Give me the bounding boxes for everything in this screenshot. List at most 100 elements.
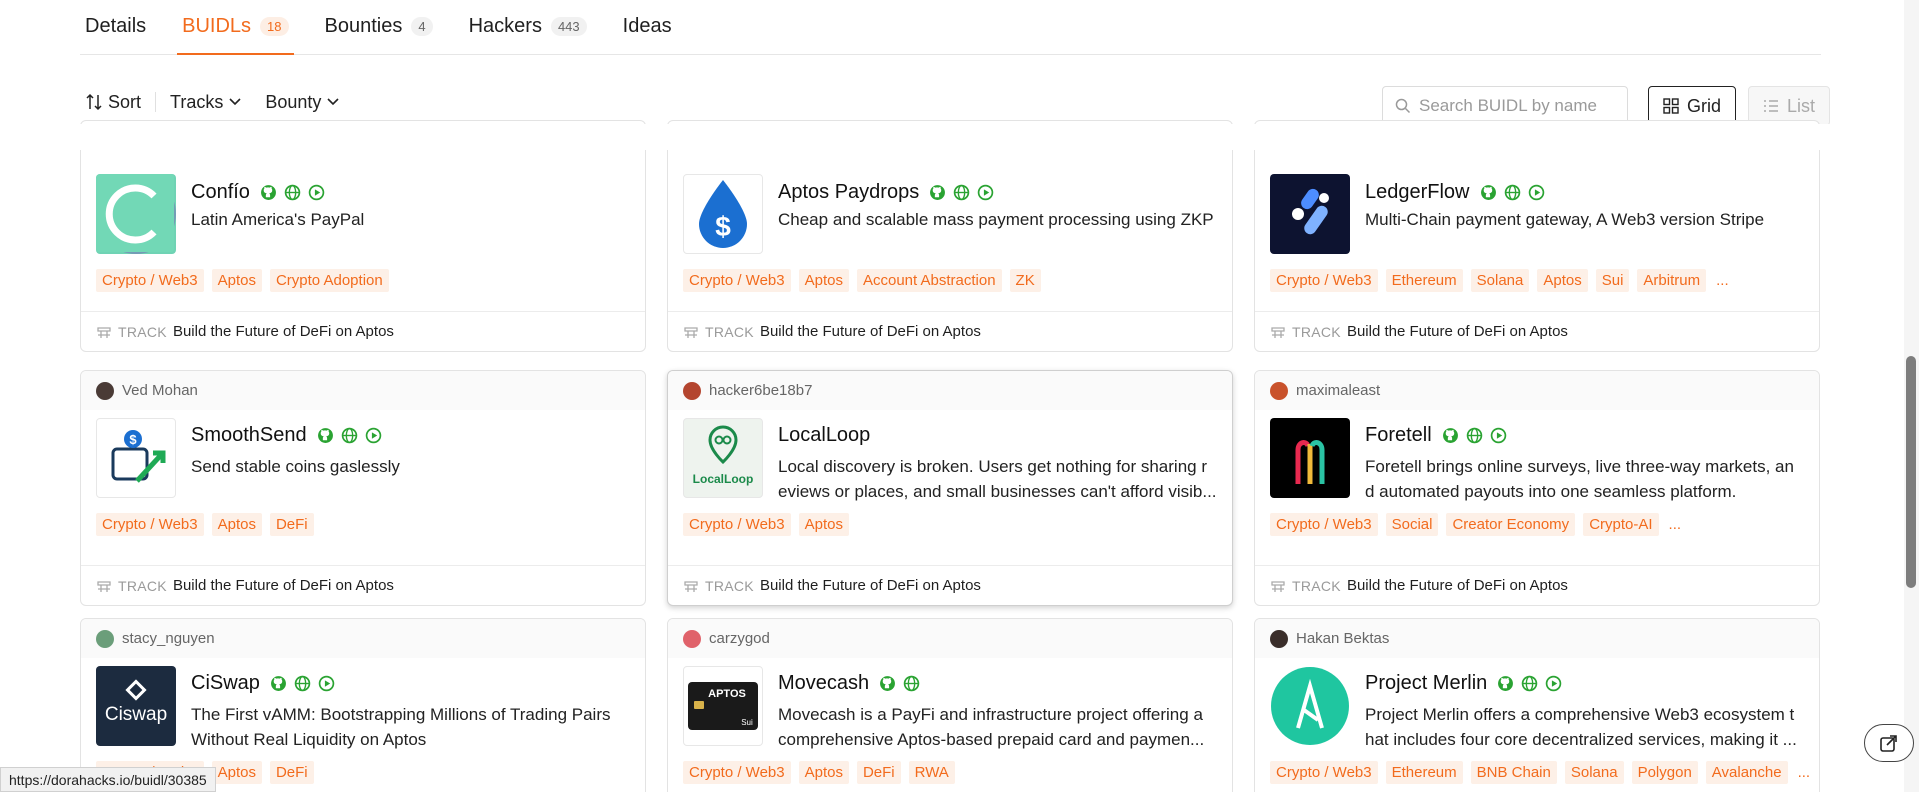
play-icon[interactable] <box>308 184 325 201</box>
buidl-card[interactable]: hacker6be18b7 LocalLoop LocalLoop Local … <box>667 370 1233 606</box>
globe-icon[interactable] <box>294 675 311 692</box>
sort-button[interactable]: Sort <box>80 92 147 113</box>
more-tags-indicator[interactable]: ... <box>1667 513 1684 536</box>
tag[interactable]: Crypto-AI <box>1583 513 1659 536</box>
buidl-name[interactable]: CiSwap <box>191 672 260 695</box>
more-tags-indicator[interactable]: ... <box>1714 269 1731 292</box>
tag[interactable]: Crypto / Web3 <box>683 761 791 784</box>
tag[interactable]: Account Abstraction <box>856 269 1002 292</box>
card-author[interactable]: stacy_nguyen <box>81 619 645 658</box>
globe-icon[interactable] <box>341 427 358 444</box>
tag[interactable]: Creator Economy <box>1446 513 1576 536</box>
tag[interactable]: Ethereum <box>1385 269 1463 292</box>
tag[interactable]: Crypto / Web3 <box>1270 513 1378 536</box>
track-name[interactable]: Build the Future of DeFi on Aptos <box>173 577 394 594</box>
tag[interactable]: Avalanche <box>1705 761 1788 784</box>
tab-hackers[interactable]: Hackers 443 <box>464 0 592 54</box>
tag[interactable]: Crypto / Web3 <box>96 269 204 292</box>
buidl-name[interactable]: Aptos Paydrops <box>778 181 919 204</box>
tag[interactable]: Aptos <box>211 513 262 536</box>
github-icon[interactable] <box>1497 675 1514 692</box>
tag[interactable]: RWA <box>908 761 955 784</box>
tag[interactable]: Crypto Adoption <box>269 269 389 292</box>
tag[interactable]: Crypto / Web3 <box>96 513 204 536</box>
tracks-dropdown[interactable]: Tracks <box>164 92 247 113</box>
play-icon[interactable] <box>1490 427 1507 444</box>
tag[interactable]: ZK <box>1009 269 1041 292</box>
tag[interactable]: Ethereum <box>1385 761 1463 784</box>
tab-bounties[interactable]: Bounties 4 <box>320 0 438 54</box>
github-icon[interactable] <box>317 427 334 444</box>
tag[interactable]: Aptos <box>798 761 849 784</box>
tag[interactable]: BNB Chain <box>1470 761 1557 784</box>
bounty-dropdown[interactable]: Bounty <box>259 92 345 113</box>
tag[interactable]: Crypto / Web3 <box>1270 761 1378 784</box>
globe-icon[interactable] <box>1521 675 1538 692</box>
track-name[interactable]: Build the Future of DeFi on Aptos <box>760 577 981 594</box>
card-author[interactable]: Ved Mohan <box>81 371 645 410</box>
github-icon[interactable] <box>1480 184 1497 201</box>
globe-icon[interactable] <box>953 184 970 201</box>
globe-icon[interactable] <box>1466 427 1483 444</box>
tag[interactable]: Aptos <box>798 269 849 292</box>
tag[interactable]: DeFi <box>269 761 314 784</box>
globe-icon[interactable] <box>903 675 920 692</box>
tab-ideas[interactable]: Ideas <box>618 0 677 54</box>
play-icon[interactable] <box>977 184 994 201</box>
github-icon[interactable] <box>270 675 287 692</box>
buidl-card[interactable]: Ved Mohan $ SmoothSend Send stable coins… <box>80 370 646 606</box>
buidl-name[interactable]: LedgerFlow <box>1365 181 1470 204</box>
tag[interactable]: DeFi <box>269 513 314 536</box>
card-author[interactable]: hacker6be18b7 <box>668 371 1232 410</box>
buidl-card[interactable]: maximaleast Foretell Foretell brings onl… <box>1254 370 1820 606</box>
tag[interactable]: Solana <box>1470 269 1530 292</box>
buidl-name[interactable]: LocalLoop <box>778 424 870 447</box>
tag[interactable]: Polygon <box>1631 761 1698 784</box>
buidl-card[interactable]: carzygod APTOS Sui Movecash Movecash is a… <box>667 618 1233 792</box>
globe-icon[interactable] <box>284 184 301 201</box>
buidl-name[interactable]: Project Merlin <box>1365 672 1487 695</box>
globe-icon[interactable] <box>1504 184 1521 201</box>
tag[interactable]: Aptos <box>211 761 262 784</box>
tag[interactable]: Crypto / Web3 <box>1270 269 1378 292</box>
buidl-card[interactable]: Hakan Bektas Project Merlin Project Merl… <box>1254 618 1820 792</box>
buidl-card[interactable]: stacy_nguyen Ciswap CiSwap The First vAM… <box>80 618 646 792</box>
scrollbar-thumb[interactable] <box>1906 356 1916 588</box>
tag[interactable]: Aptos <box>1537 269 1588 292</box>
github-icon[interactable] <box>260 184 277 201</box>
tag[interactable]: Crypto / Web3 <box>683 269 791 292</box>
tag[interactable]: Crypto / Web3 <box>683 513 791 536</box>
tag[interactable]: Aptos <box>211 269 262 292</box>
tab-details[interactable]: Details <box>80 0 151 54</box>
share-button[interactable] <box>1864 724 1914 762</box>
github-icon[interactable] <box>879 675 896 692</box>
tag[interactable]: Sui <box>1595 269 1630 292</box>
card-body: LocalLoop LocalLoop Local discovery is b… <box>668 410 1232 565</box>
track-name[interactable]: Build the Future of DeFi on Aptos <box>173 323 394 340</box>
play-icon[interactable] <box>1528 184 1545 201</box>
tag[interactable]: Social <box>1385 513 1439 536</box>
tag[interactable]: Aptos <box>798 513 849 536</box>
buidl-name[interactable]: Movecash <box>778 672 869 695</box>
card-author[interactable]: Hakan Bektas <box>1255 619 1819 658</box>
tab-buidls[interactable]: BUIDLs 18 <box>177 0 294 55</box>
card-author[interactable]: carzygod <box>668 619 1232 658</box>
tag[interactable]: Solana <box>1564 761 1624 784</box>
tag[interactable]: Arbitrum <box>1637 269 1707 292</box>
github-icon[interactable] <box>929 184 946 201</box>
track-name[interactable]: Build the Future of DeFi on Aptos <box>760 323 981 340</box>
buidl-name[interactable]: SmoothSend <box>191 424 307 447</box>
play-icon[interactable] <box>365 427 382 444</box>
tag[interactable]: DeFi <box>856 761 901 784</box>
track-name[interactable]: Build the Future of DeFi on Aptos <box>1347 323 1568 340</box>
buidl-name[interactable]: Confío <box>191 181 250 204</box>
github-icon[interactable] <box>1442 427 1459 444</box>
more-tags-indicator[interactable]: ... <box>1796 761 1813 784</box>
track-name[interactable]: Build the Future of DeFi on Aptos <box>1347 577 1568 594</box>
buidl-name[interactable]: Foretell <box>1365 424 1432 447</box>
grid-label: Grid <box>1687 95 1722 116</box>
card-author[interactable]: maximaleast <box>1255 371 1819 410</box>
play-icon[interactable] <box>318 675 335 692</box>
play-icon[interactable] <box>1545 675 1562 692</box>
search-input[interactable] <box>1419 96 1609 116</box>
